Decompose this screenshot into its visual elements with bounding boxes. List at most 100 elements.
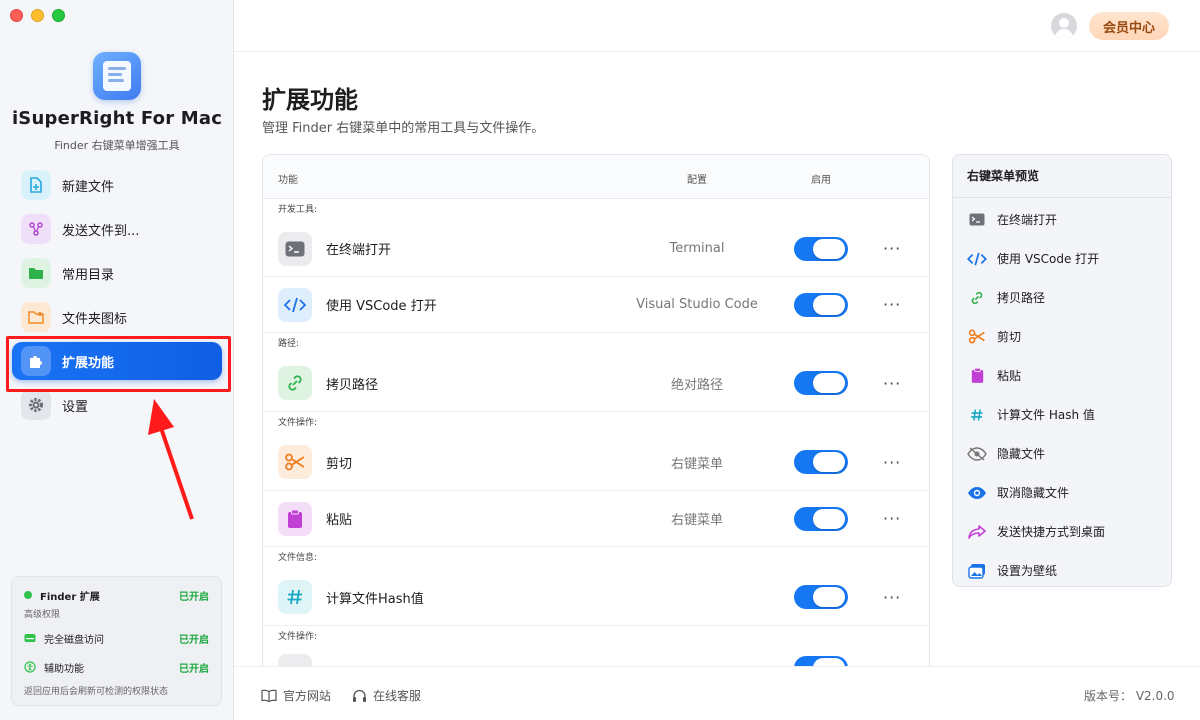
new-file-icon bbox=[21, 170, 51, 200]
placeholder-icon bbox=[278, 654, 312, 666]
support-link[interactable]: 在线客服 bbox=[352, 687, 421, 704]
table-header: 功能 配置 启用 bbox=[263, 155, 929, 199]
code-icon bbox=[278, 287, 312, 322]
terminal-icon bbox=[967, 210, 987, 230]
version-label: 版本号： V2.0.0 bbox=[1084, 689, 1175, 703]
page-description: 管理 Finder 右键菜单中的常用工具与文件操作。 bbox=[262, 121, 545, 136]
preview-item: 粘贴 bbox=[953, 356, 1171, 395]
more-options-button[interactable]: ··· bbox=[883, 374, 901, 393]
group-label: 文件操作: bbox=[278, 632, 318, 642]
member-center-button[interactable]: 会员中心 bbox=[1089, 12, 1169, 40]
hash-icon bbox=[967, 405, 987, 425]
row-config[interactable]: 绝对路径 bbox=[597, 374, 797, 393]
book-icon bbox=[261, 689, 277, 702]
sidebar-item-label: 新建文件 bbox=[62, 179, 115, 195]
app-logo-icon bbox=[93, 52, 141, 100]
enable-toggle[interactable] bbox=[794, 585, 848, 609]
preview-item: 拷贝路径 bbox=[953, 278, 1171, 317]
more-options-button[interactable]: ··· bbox=[883, 453, 901, 472]
disk-icon bbox=[24, 633, 36, 643]
folder-image-icon bbox=[21, 302, 51, 332]
preview-title: 右键菜单预览 bbox=[953, 155, 1171, 198]
status-dot-icon bbox=[24, 591, 32, 599]
table-row: 剪切 右键菜单 ··· bbox=[263, 434, 929, 491]
eye-icon bbox=[967, 483, 987, 503]
row-name: 计算文件Hash值 bbox=[326, 591, 424, 607]
folder-icon bbox=[21, 258, 51, 288]
preview-item: 取消隐藏文件 bbox=[953, 473, 1171, 512]
code-icon bbox=[967, 249, 987, 269]
permissions-panel: Finder 扩展 已开启 高级权限 完全磁盘访问 已开启 辅助功能 已开启 返… bbox=[11, 576, 222, 706]
enable-toggle[interactable] bbox=[794, 506, 848, 531]
column-header-enabled: 启用 bbox=[811, 175, 831, 186]
top-bar: 会员中心 bbox=[234, 0, 1200, 52]
row-config[interactable]: Terminal bbox=[597, 241, 797, 256]
avatar[interactable] bbox=[1051, 13, 1077, 39]
status-badge: 已开启 bbox=[179, 591, 209, 603]
table-row: 拷贝路径 绝对路径 ··· bbox=[263, 355, 929, 412]
enable-toggle[interactable] bbox=[794, 292, 848, 317]
sidebar-item-folder-icon[interactable]: 文件夹图标 bbox=[12, 298, 222, 336]
close-window-button[interactable] bbox=[10, 9, 23, 22]
column-header-feature: 功能 bbox=[278, 175, 298, 186]
extensions-table: 功能 配置 启用 开发工具: 在终端打开 Terminal ··· 使用 VSC… bbox=[262, 154, 930, 666]
clipboard-icon bbox=[278, 501, 312, 536]
minimize-window-button[interactable] bbox=[31, 9, 44, 22]
hash-icon bbox=[278, 580, 312, 614]
website-link[interactable]: 官方网站 bbox=[261, 687, 331, 704]
app-title: iSuperRight For Mac bbox=[11, 108, 223, 129]
headset-icon bbox=[352, 689, 367, 703]
page-title: 扩展功能 bbox=[262, 86, 358, 114]
column-header-config: 配置 bbox=[687, 175, 707, 186]
enable-toggle[interactable] bbox=[794, 236, 848, 261]
row-name: 剪切 bbox=[326, 456, 353, 472]
app-subtitle: Finder 右键菜单增强工具 bbox=[54, 139, 180, 152]
gear-icon bbox=[21, 390, 51, 420]
row-name: 粘贴 bbox=[326, 513, 353, 528]
preview-item: 发送快捷方式到桌面 bbox=[953, 512, 1171, 551]
link-icon bbox=[967, 288, 987, 308]
more-options-button[interactable]: ··· bbox=[883, 239, 901, 258]
window-controls bbox=[10, 9, 65, 22]
row-name: 在终端打开 bbox=[326, 243, 392, 258]
scissors-icon bbox=[278, 445, 312, 479]
sidebar-item-label: 发送文件到... bbox=[62, 223, 140, 239]
permission-disk-access[interactable]: 完全磁盘访问 已开启 bbox=[24, 630, 209, 646]
group-label: 路径: bbox=[278, 339, 300, 349]
permission-accessibility[interactable]: 辅助功能 已开启 bbox=[24, 659, 209, 675]
table-row: 计算文件Hash值 ··· bbox=[263, 569, 929, 626]
preview-item: 在终端打开 bbox=[953, 200, 1171, 239]
table-row bbox=[263, 648, 929, 666]
group-label: 文件操作: bbox=[278, 418, 318, 428]
eye-off-icon bbox=[967, 444, 987, 464]
preview-item: 剪切 bbox=[953, 317, 1171, 356]
row-config[interactable]: 右键菜单 bbox=[597, 453, 797, 472]
row-name: 拷贝路径 bbox=[326, 377, 379, 393]
zoom-window-button[interactable] bbox=[52, 9, 65, 22]
preview-item: 使用 VSCode 打开 bbox=[953, 239, 1171, 278]
annotation-arrow-icon bbox=[148, 399, 194, 520]
more-options-button[interactable]: ··· bbox=[883, 295, 901, 314]
sidebar-item-common-dirs[interactable]: 常用目录 bbox=[12, 254, 222, 292]
sidebar-item-label: 常用目录 bbox=[62, 267, 115, 283]
row-name: 使用 VSCode 打开 bbox=[326, 299, 437, 314]
share-icon bbox=[21, 214, 51, 244]
wallpaper-icon bbox=[967, 561, 987, 581]
link-icon bbox=[278, 366, 312, 400]
enable-toggle[interactable] bbox=[794, 450, 848, 474]
row-config[interactable]: Visual Studio Code bbox=[597, 297, 797, 312]
preview-item: 设置为壁纸 bbox=[953, 551, 1171, 586]
table-row: 使用 VSCode 打开 Visual Studio Code ··· bbox=[263, 277, 929, 333]
more-options-button[interactable]: ··· bbox=[883, 509, 901, 528]
accessibility-icon bbox=[24, 661, 36, 673]
table-row: 粘贴 右键菜单 ··· bbox=[263, 491, 929, 547]
enable-toggle[interactable] bbox=[794, 656, 848, 666]
enable-toggle[interactable] bbox=[794, 371, 848, 395]
more-options-button[interactable]: ··· bbox=[883, 588, 901, 607]
sidebar-item-label: 文件夹图标 bbox=[62, 311, 128, 327]
permission-note: 返回应用后会刷新可检测的权限状态 bbox=[24, 687, 169, 697]
row-config[interactable]: 右键菜单 bbox=[597, 509, 797, 528]
sidebar-item-send-to[interactable]: 发送文件到... bbox=[12, 210, 222, 248]
sidebar-item-new-file[interactable]: 新建文件 bbox=[12, 166, 222, 204]
share-arrow-icon bbox=[967, 522, 987, 542]
